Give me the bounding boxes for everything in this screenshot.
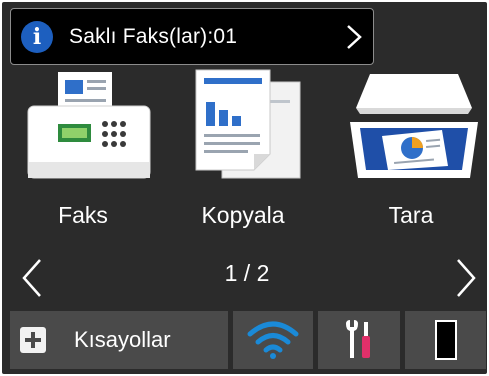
fax-app-button[interactable]: Faks xyxy=(8,66,158,246)
ink-level-icon xyxy=(434,320,457,360)
copy-label: Kopyala xyxy=(201,202,285,228)
scan-icon xyxy=(350,74,478,178)
scan-app-button[interactable]: Tara xyxy=(336,66,486,246)
page-indicator: 1 / 2 xyxy=(224,260,270,286)
fax-label: Faks xyxy=(58,202,108,228)
chevron-right-icon[interactable] xyxy=(454,256,480,300)
copy-app-button[interactable]: Kopyala xyxy=(168,66,318,246)
ink-button[interactable] xyxy=(405,311,486,369)
scan-label: Tara xyxy=(388,202,434,228)
wifi-icon xyxy=(247,321,299,359)
copy-icon xyxy=(195,69,301,179)
notification-text: Saklı Faks(lar):01 xyxy=(69,24,238,48)
wifi-button[interactable] xyxy=(233,311,313,369)
plus-icon xyxy=(20,327,46,353)
shortcuts-label: Kısayollar xyxy=(74,327,171,352)
shortcuts-button[interactable]: Kısayollar xyxy=(10,311,228,369)
tools-icon xyxy=(346,320,370,358)
fax-icon xyxy=(27,72,151,179)
chevron-left-icon[interactable] xyxy=(18,256,44,300)
chevron-right-icon xyxy=(347,25,362,49)
settings-button[interactable] xyxy=(318,311,400,369)
stored-fax-notification[interactable]: i Saklı Faks(lar):01 xyxy=(10,8,374,65)
info-icon: i xyxy=(21,20,53,53)
lcd-screen: i Saklı Faks(lar):01 Faks Kopyala Tara 1… xyxy=(0,0,489,376)
home-panel: i Saklı Faks(lar):01 Faks Kopyala Tara 1… xyxy=(2,2,487,374)
